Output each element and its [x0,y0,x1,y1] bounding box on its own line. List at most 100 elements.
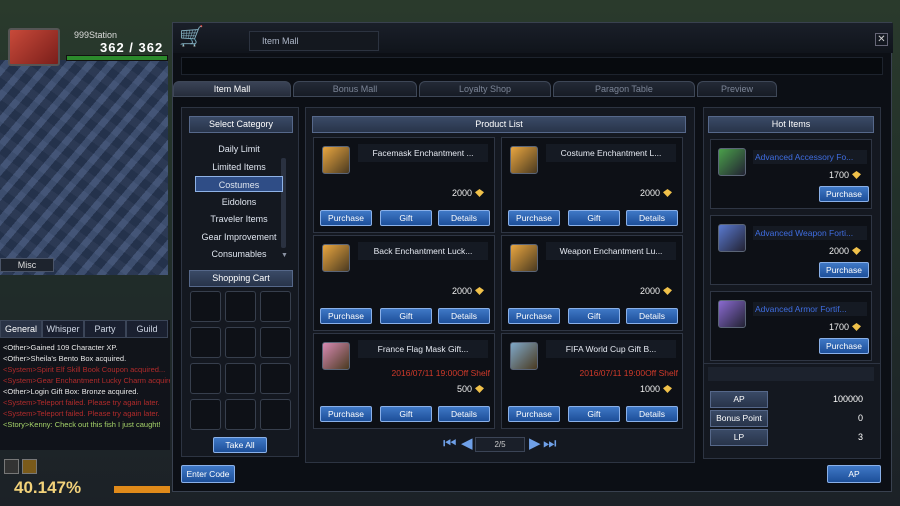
details-button[interactable]: Details [626,308,678,324]
level-percent: 40.147% [14,478,82,497]
hot-item-card: Advanced Accessory Fo... 1700 Purchase [710,139,872,209]
gem-icon [475,287,484,295]
cart-slot[interactable] [225,363,256,394]
chat-tab-general[interactable]: General [0,320,42,338]
chat-tab-guild[interactable]: Guild [126,320,168,338]
cart-slot[interactable] [260,327,291,358]
cart-slot[interactable] [260,291,291,322]
gift-button[interactable]: Gift [380,210,432,226]
purchase-button[interactable]: Purchase [508,210,560,226]
gift-button[interactable]: Gift [380,308,432,324]
close-button[interactable]: ✕ [875,33,888,46]
category-header: Select Category [189,116,293,133]
gift-button[interactable]: Gift [568,406,620,422]
xp-bar [114,486,170,493]
player-portrait[interactable] [8,28,60,66]
chat-tab-whisper[interactable]: Whisper [42,320,84,338]
hot-item-name[interactable]: Advanced Accessory Fo... [753,150,867,164]
off-shelf-date: 2016/07/11 19:00Off Shelf [391,368,490,378]
purchase-button[interactable]: Purchase [508,308,560,324]
currency-label-bonus-point: Bonus Point [710,410,768,427]
details-button[interactable]: Details [626,406,678,422]
cart-slot[interactable] [225,399,256,430]
hot-purchase-button[interactable]: Purchase [819,186,869,202]
gem-icon [852,247,861,255]
purchase-button[interactable]: Purchase [320,210,372,226]
tab-paragon-table[interactable]: Paragon Table [553,81,695,97]
cart-slot[interactable] [190,327,221,358]
product-image[interactable] [510,342,538,370]
details-button[interactable]: Details [438,308,490,324]
product-price: 2000 [451,286,472,296]
gift-button[interactable]: Gift [380,406,432,422]
product-card: France Flag Mask Gift... 2016/07/11 19:00… [313,333,495,429]
category-item-gear-improvement[interactable]: Gear Improvement [195,229,283,245]
category-item-limited-items[interactable]: Limited Items [195,159,283,175]
tab-item-mall[interactable]: Item Mall [173,81,291,97]
prev-page-icon[interactable]: ◀ [461,436,473,452]
cart-header: Shopping Cart [189,270,293,287]
last-page-icon[interactable]: ⏭ [543,436,557,452]
gift-button[interactable]: Gift [568,308,620,324]
cart-slot[interactable] [260,363,291,394]
tab-bonus-mall[interactable]: Bonus Mall [293,81,417,97]
product-name: Back Enchantment Luck... [358,242,488,260]
category-item-daily-limit[interactable]: Daily Limit [195,141,283,157]
cart-slot[interactable] [225,291,256,322]
gift-button[interactable]: Gift [568,210,620,226]
currency-header [708,367,874,381]
gem-icon [475,189,484,197]
purchase-button[interactable]: Purchase [320,308,372,324]
details-button[interactable]: Details [438,406,490,422]
cart-slot[interactable] [190,363,221,394]
chat-line: <System>Spirit Elf Skill Book Coupon acq… [3,365,166,374]
misc-button[interactable]: Misc [0,258,54,272]
category-item-traveler-items[interactable]: Traveler Items [195,211,283,227]
details-button[interactable]: Details [626,210,678,226]
tab-loyalty-shop[interactable]: Loyalty Shop [419,81,551,97]
hot-item-image[interactable] [718,224,746,252]
product-image[interactable] [322,342,350,370]
take-all-button[interactable]: Take All [213,437,267,453]
shopping-cart-icon: 🛒 [179,26,204,48]
emote-icon[interactable] [22,459,37,474]
hot-item-image[interactable] [718,148,746,176]
tab-preview[interactable]: Preview [697,81,777,97]
cart-slot[interactable] [190,291,221,322]
hot-item-name[interactable]: Advanced Weapon Forti... [753,226,867,240]
category-item-eidolons[interactable]: Eidolons [195,194,283,210]
title-bar: 🛒 Item Mall ✕ [173,23,893,53]
product-image[interactable] [510,244,538,272]
enter-code-button[interactable]: Enter Code [181,465,235,483]
category-item-costumes[interactable]: Costumes [195,176,283,192]
product-image[interactable] [322,146,350,174]
chat-line: <System>Teleport failed. Please try agai… [3,409,160,418]
details-button[interactable]: Details [438,210,490,226]
product-name: France Flag Mask Gift... [358,340,488,358]
player-hp-bar [66,55,168,61]
chat-tab-party[interactable]: Party [84,320,126,338]
gem-icon [475,385,484,393]
product-image[interactable] [510,146,538,174]
gem-icon [852,171,861,179]
product-image[interactable] [322,244,350,272]
hot-item-image[interactable] [718,300,746,328]
player-hp-text: 362 / 362 [100,40,164,55]
first-page-icon[interactable]: ⏮ [443,436,457,452]
purchase-button[interactable]: Purchase [508,406,560,422]
cart-slot[interactable] [190,399,221,430]
chat-line: <Other>Sheila's Bento Box acquired. [3,354,127,363]
cart-slot[interactable] [225,327,256,358]
hot-item-price: 2000 [828,246,849,256]
next-page-icon[interactable]: ▶ [529,436,541,452]
product-card: Costume Enchantment L... 2000 Purchase Gift… [501,137,683,233]
hot-item-name[interactable]: Advanced Armor Fortif... [753,302,867,316]
purchase-button[interactable]: Purchase [320,406,372,422]
ap-button[interactable]: AP [827,465,881,483]
chat-line: <System>Gear Enchantment Lucky Charm acq… [3,376,170,385]
category-item-consumables[interactable]: Consumables [195,246,283,262]
chat-icon[interactable] [4,459,19,474]
cart-slot[interactable] [260,399,291,430]
hot-purchase-button[interactable]: Purchase [819,338,869,354]
hot-purchase-button[interactable]: Purchase [819,262,869,278]
